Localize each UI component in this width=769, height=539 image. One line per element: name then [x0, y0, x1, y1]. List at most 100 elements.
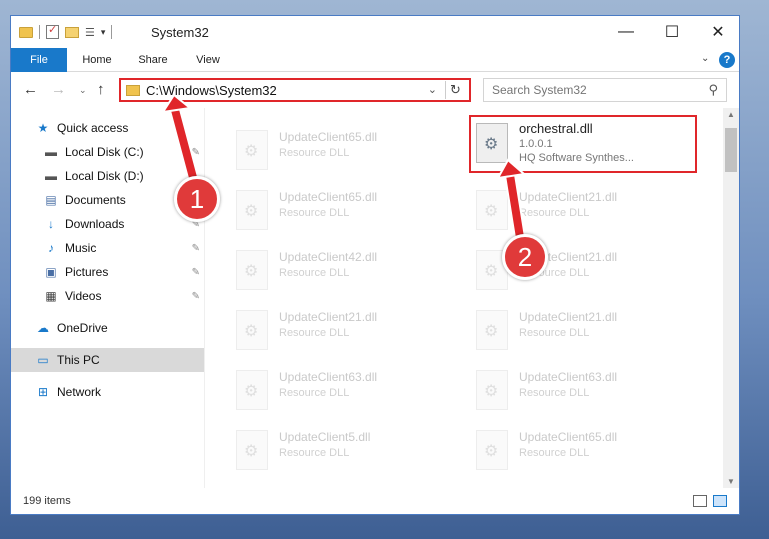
address-history-chevron-icon[interactable]: ⌄ — [428, 83, 437, 96]
file-item[interactable]: UpdateClient42.dll Resource DLL — [216, 238, 441, 290]
sidebar-item-network[interactable]: ⊞ Network — [11, 380, 204, 404]
help-icon[interactable]: ? — [719, 52, 735, 68]
file-type: Resource DLL — [519, 207, 590, 219]
file-list: UpdateClient65.dll Resource DLL UpdateCl… — [216, 108, 721, 488]
file-company: HQ Software Synthes... — [519, 152, 634, 164]
file-item[interactable]: UpdateClient63.dll Resource DLL — [456, 358, 681, 410]
scroll-thumb[interactable] — [725, 128, 737, 172]
sidebar-item-pictures[interactable]: ▣ Pictures ✎ — [11, 260, 204, 284]
properties-icon[interactable] — [46, 23, 59, 39]
dll-file-icon — [236, 190, 268, 230]
dll-file-icon — [236, 310, 268, 350]
search-input[interactable] — [492, 83, 692, 97]
search-box[interactable]: ⚲ — [483, 78, 727, 102]
file-item[interactable]: UpdateClient63.dll Resource DLL — [216, 358, 441, 410]
pin-icon[interactable]: ✎ — [192, 147, 200, 158]
file-name: UpdateClient65.dll — [519, 430, 618, 444]
pin-icon[interactable]: ✎ — [192, 243, 200, 254]
tab-file[interactable]: File — [11, 48, 67, 72]
file-name: orchestral.dll — [519, 121, 593, 136]
search-icon[interactable]: ⚲ — [708, 82, 718, 98]
list-icon[interactable]: ☰ — [85, 26, 95, 39]
sidebar-item-local-disk-d[interactable]: ▬ Local Disk (D:) ✎ — [11, 164, 204, 188]
item-count: 199 items — [23, 495, 71, 507]
dll-file-icon — [476, 430, 508, 470]
file-type: Resource DLL — [279, 267, 350, 279]
sidebar-item-quick-access[interactable]: ★ Quick access — [11, 116, 204, 140]
sidebar-item-label: Local Disk (D:) — [65, 169, 144, 183]
tab-home[interactable]: Home — [73, 48, 121, 72]
music-icon: ♪ — [48, 241, 54, 255]
file-item[interactable]: UpdateClient65.dll Resource DLL — [216, 118, 441, 170]
sidebar-item-label: Documents — [65, 193, 126, 207]
sidebar-item-label: Local Disk (C:) — [65, 145, 144, 159]
file-type: Resource DLL — [519, 447, 590, 459]
minimize-button[interactable]: — — [603, 16, 649, 48]
toolbar-divider — [111, 25, 113, 39]
file-name: UpdateClient5.dll — [279, 430, 371, 444]
sidebar-item-this-pc[interactable]: ▭ This PC — [11, 348, 204, 372]
tab-share[interactable]: Share — [129, 48, 177, 72]
back-arrow-icon[interactable]: ← — [23, 81, 38, 98]
step-badge-1: 1 — [174, 176, 220, 222]
ribbon-tabs: File Home Share View ⌄ ? — [11, 48, 739, 72]
address-path[interactable]: C:\Windows\System32 — [146, 83, 277, 98]
scroll-down-icon[interactable]: ▼ — [727, 477, 735, 486]
close-button[interactable]: ✕ — [695, 16, 741, 48]
sidebar-item-onedrive[interactable]: ☁ OneDrive — [11, 316, 204, 340]
tab-view[interactable]: View — [185, 48, 231, 72]
window-title: System32 — [151, 25, 209, 40]
file-item-orchestral-dll[interactable]: orchestral.dll 1.0.0.1 HQ Software Synth… — [469, 115, 697, 173]
file-type: Resource DLL — [519, 387, 590, 399]
forward-arrow-icon[interactable]: → — [51, 81, 66, 98]
pane-divider — [204, 108, 205, 488]
quick-access-toolbar: ☰ ▾ — [19, 22, 113, 42]
star-icon: ★ — [37, 121, 49, 135]
file-item[interactable]: UpdateClient21.dll Resource DLL — [216, 298, 441, 350]
folder-icon — [19, 26, 33, 38]
file-item[interactable]: UpdateClient21.dll Resource DLL — [456, 238, 681, 290]
dll-file-icon — [476, 370, 508, 410]
pin-icon[interactable]: ✎ — [192, 291, 200, 302]
large-icons-view-icon[interactable] — [713, 495, 727, 507]
file-item[interactable]: UpdateClient21.dll Resource DLL — [456, 178, 681, 230]
recent-locations-chevron-icon[interactable]: ⌄ — [79, 85, 87, 96]
computer-icon: ▭ — [37, 353, 49, 367]
sidebar-item-videos[interactable]: ▦ Videos ✎ — [11, 284, 204, 308]
navigation-pane: ★ Quick access ▬ Local Disk (C:) ✎ ▬ Loc… — [11, 116, 204, 486]
file-name: UpdateClient63.dll — [519, 370, 618, 384]
new-folder-icon[interactable] — [65, 26, 79, 38]
sidebar-item-downloads[interactable]: ↓ Downloads ✎ — [11, 212, 204, 236]
customize-toolbar-chevron-icon[interactable]: ▾ — [101, 27, 106, 38]
file-item[interactable]: UpdateClient65.dll Resource DLL — [216, 178, 441, 230]
sidebar-item-label: Music — [65, 241, 97, 255]
file-type: Resource DLL — [279, 147, 350, 159]
file-item[interactable]: UpdateClient65.dll Resource DLL — [456, 418, 681, 470]
address-bar[interactable]: C:\Windows\System32 ⌄ ↻ — [119, 78, 471, 102]
file-name: UpdateClient21.dll — [519, 310, 618, 324]
maximize-button[interactable]: ☐ — [649, 16, 695, 48]
sidebar-item-label: Pictures — [65, 265, 109, 279]
dll-file-icon — [476, 310, 508, 350]
file-type: Resource DLL — [279, 387, 350, 399]
file-name: UpdateClient63.dll — [279, 370, 378, 384]
file-name: UpdateClient65.dll — [279, 130, 378, 144]
up-arrow-icon[interactable]: ↑ — [97, 81, 105, 98]
file-item[interactable]: UpdateClient21.dll Resource DLL — [456, 298, 681, 350]
expand-ribbon-chevron-icon[interactable]: ⌄ — [701, 53, 709, 64]
sidebar-item-label: This PC — [57, 353, 100, 367]
sidebar-item-local-disk-c[interactable]: ▬ Local Disk (C:) ✎ — [11, 140, 204, 164]
sidebar-item-label: Downloads — [65, 217, 125, 231]
details-view-icon[interactable] — [693, 495, 707, 507]
scroll-up-icon[interactable]: ▲ — [727, 110, 735, 119]
cloud-icon: ☁ — [37, 321, 49, 335]
pin-icon[interactable]: ✎ — [192, 267, 200, 278]
dll-file-icon — [236, 430, 268, 470]
sidebar-item-music[interactable]: ♪ Music ✎ — [11, 236, 204, 260]
file-type: Resource DLL — [279, 207, 350, 219]
file-item[interactable]: UpdateClient5.dll Resource DLL — [216, 418, 441, 470]
vertical-scrollbar[interactable]: ▲ ▼ — [723, 108, 739, 488]
dll-file-icon — [476, 190, 508, 230]
refresh-icon[interactable]: ↻ — [445, 81, 465, 99]
dll-file-icon — [236, 250, 268, 290]
